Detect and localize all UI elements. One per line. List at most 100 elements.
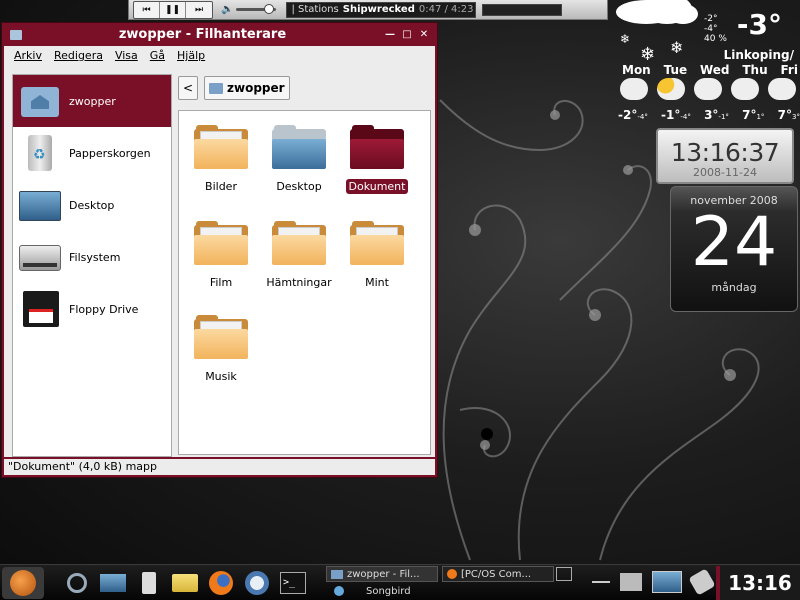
- pause-icon[interactable]: ❚❚: [160, 1, 186, 18]
- weather-details: -2° -4° 40 %: [704, 14, 727, 44]
- folder-icon: [350, 221, 404, 265]
- snowflake-icon: ❄: [620, 32, 631, 46]
- clipboard-icon[interactable]: [134, 569, 164, 597]
- system-tray: [592, 568, 716, 596]
- forecast-days: Mon Tue Wed Thu Fri: [622, 63, 798, 77]
- sidebar-item-desktop[interactable]: Desktop: [13, 179, 171, 231]
- window-content: zwopper ♻ Papperskorgen Desktop Filsyste…: [4, 65, 435, 457]
- tray-line-icon: [592, 581, 610, 583]
- harddisk-icon: [19, 237, 61, 277]
- folder-icon: [194, 125, 248, 169]
- sun-cloud-icon: [657, 78, 685, 100]
- file-item[interactable]: Bilder: [181, 125, 261, 194]
- file-item[interactable]: Mint: [337, 221, 417, 290]
- folder-icon: [194, 315, 248, 359]
- snowflake-icon: ❄: [670, 38, 684, 57]
- mail-icon[interactable]: [242, 569, 272, 597]
- sidebar-item-label: Filsystem: [69, 250, 121, 264]
- songbird-icon: [334, 586, 344, 596]
- file-item[interactable]: Desktop: [259, 125, 339, 194]
- sidebar-item-label: Papperskorgen: [69, 146, 151, 160]
- sidebar-item-filsystem[interactable]: Filsystem: [13, 231, 171, 283]
- volume-slider[interactable]: [236, 4, 277, 14]
- calendar-weekday: måndag: [711, 281, 757, 294]
- current-temperature: -3°: [736, 8, 782, 41]
- home-folder-icon: [19, 81, 61, 121]
- calendar-widget: november 2008 24 måndag: [670, 186, 798, 312]
- quick-launch: >_: [62, 569, 308, 597]
- track-time: 0:47 / 4:23: [418, 4, 474, 15]
- window-titlebar[interactable]: zwopper - Filhanterare — □ ✕: [2, 23, 437, 46]
- network-icon[interactable]: [620, 573, 642, 591]
- next-icon[interactable]: ⏭: [186, 2, 212, 18]
- volume-control[interactable]: 🔈: [221, 4, 277, 15]
- folder-icon: [194, 221, 248, 265]
- file-label: Bilder: [205, 180, 237, 193]
- weather-widget: -2° -4° 40 % -3° ❄ ❄ ❄ Linkoping/ Mon Tu…: [612, 0, 800, 126]
- close-icon[interactable]: ✕: [417, 28, 431, 42]
- speaker-icon: 🔈: [221, 4, 234, 15]
- firefox-icon: [447, 569, 457, 579]
- station-label: | Stations: [291, 4, 339, 15]
- file-item[interactable]: Musik: [181, 315, 261, 384]
- start-button[interactable]: [2, 567, 44, 599]
- sidebar-item-papperskorgen[interactable]: ♻ Papperskorgen: [13, 127, 171, 179]
- file-item[interactable]: Film: [181, 221, 261, 290]
- folder-icon: [331, 569, 343, 579]
- menu-ga[interactable]: Gå: [150, 49, 165, 62]
- taskbar-clock[interactable]: 13:16: [716, 566, 800, 600]
- desktop-icon[interactable]: [98, 569, 128, 597]
- folder-icon: [350, 125, 404, 169]
- menu-redigera[interactable]: Redigera: [54, 49, 103, 62]
- file-manager-window: zwopper - Filhanterare — □ ✕ Arkiv Redig…: [1, 22, 438, 478]
- terminal-icon[interactable]: >_: [278, 569, 308, 597]
- sidebar-item-zwopper[interactable]: zwopper: [13, 75, 171, 127]
- file-label: Dokument: [345, 179, 409, 194]
- desktop-icon: [19, 185, 61, 225]
- back-button[interactable]: <: [178, 76, 198, 100]
- menu-visa[interactable]: Visa: [115, 49, 138, 62]
- menu-hjalp[interactable]: Hjälp: [177, 49, 205, 62]
- firefox-icon[interactable]: [206, 569, 236, 597]
- minimize-icon[interactable]: —: [383, 28, 397, 42]
- sidebar-item-label: Desktop: [69, 198, 115, 212]
- file-icon-view: Bilder Desktop Dokument Film Hämtningar …: [178, 110, 431, 455]
- places-sidebar: zwopper ♻ Papperskorgen Desktop Filsyste…: [12, 74, 172, 457]
- desktop-folder-icon: [272, 125, 326, 169]
- seek-bar[interactable]: [482, 3, 563, 16]
- file-label: Film: [209, 276, 233, 289]
- globe-icon: [10, 570, 36, 596]
- sidebar-item-label: zwopper: [69, 94, 116, 108]
- search-icon[interactable]: [62, 569, 92, 597]
- clock-date: 2008-11-24: [693, 166, 757, 179]
- usb-icon[interactable]: [688, 568, 716, 596]
- task-filemanager[interactable]: zwopper - Fil...: [326, 566, 438, 582]
- breadcrumb-label: zwopper: [227, 81, 285, 95]
- forecast-icons: [620, 78, 796, 100]
- file-label: Desktop: [276, 180, 322, 193]
- media-player-bar: ⏮ ❚❚ ⏭ 🔈 | Stations Shipwrecked 0:47 / 4…: [128, 0, 608, 20]
- folder-icon: [272, 221, 326, 265]
- display-icon[interactable]: [652, 571, 682, 593]
- menu-arkiv[interactable]: Arkiv: [14, 49, 42, 62]
- window-toggle-icon[interactable]: [556, 567, 572, 581]
- floppy-icon: [19, 289, 61, 329]
- snow-cloud-icon: [620, 78, 648, 100]
- now-playing-display: | Stations Shipwrecked 0:47 / 4:23: [286, 1, 477, 18]
- breadcrumb[interactable]: zwopper: [204, 76, 290, 100]
- rain-cloud-icon: [768, 78, 796, 100]
- file-item[interactable]: Hämtningar: [259, 221, 339, 290]
- maximize-icon[interactable]: □: [400, 28, 414, 42]
- prev-icon[interactable]: ⏮: [134, 1, 160, 18]
- sidebar-item-floppy-drive[interactable]: Floppy Drive: [13, 283, 171, 335]
- clock-widget: 13:16:37 2008-11-24: [656, 128, 794, 184]
- file-item-selected[interactable]: Dokument: [337, 125, 417, 194]
- snow-cloud-icon: [694, 78, 722, 100]
- task-songbird[interactable]: Songbird: [330, 583, 450, 599]
- forecast-temps: -2°-4° -1°-4° 3°-1° 7°1° 7°3°: [618, 108, 800, 122]
- weather-city: Linkoping/: [723, 48, 794, 62]
- task-browser[interactable]: [PC/OS Com...: [442, 566, 554, 582]
- taskbar: >_ zwopper - Fil... [PC/OS Com... Songbi…: [0, 564, 800, 600]
- folder-icon[interactable]: [170, 569, 200, 597]
- snowflake-icon: ❄: [640, 44, 656, 65]
